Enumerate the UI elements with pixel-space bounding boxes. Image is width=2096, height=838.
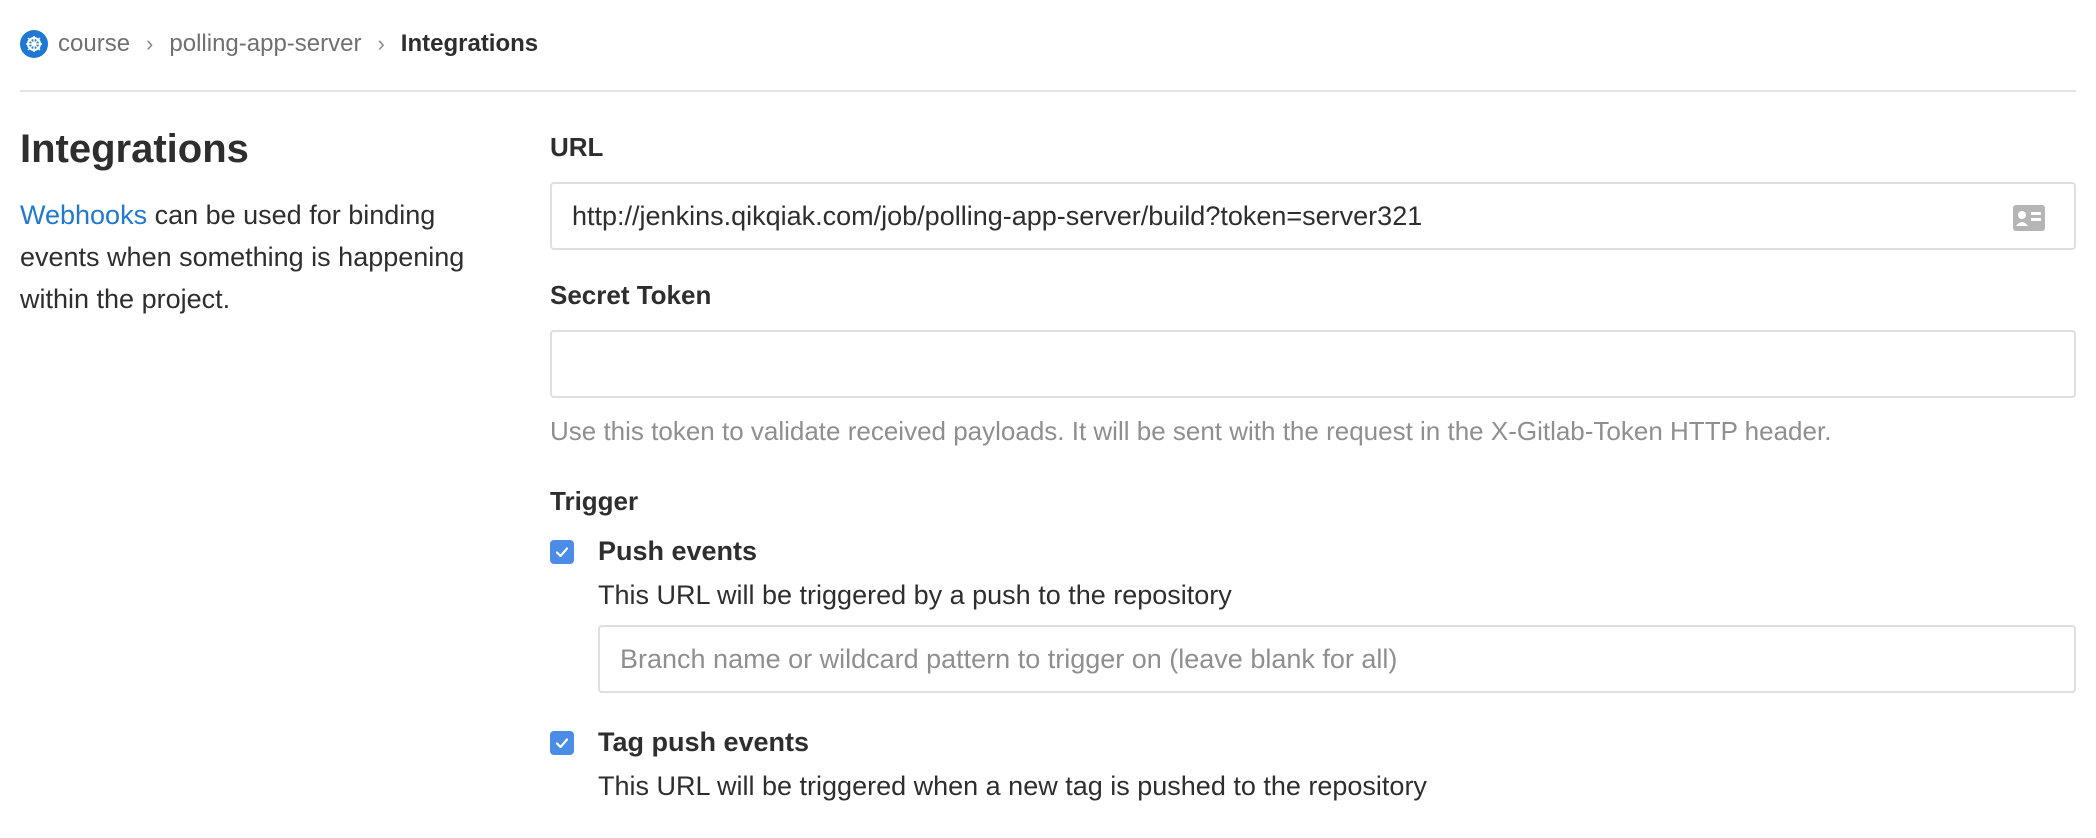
kubernetes-wheel-icon <box>26 36 42 52</box>
checkmark-icon <box>555 546 569 557</box>
secret-token-input[interactable] <box>550 330 2076 398</box>
push-events-row: Push events <box>550 536 2076 567</box>
integrations-description: Webhooks can be used for binding events … <box>20 194 490 320</box>
tag-push-events-description: This URL will be triggered when a new ta… <box>598 771 1427 801</box>
push-events-description: This URL will be triggered by a push to … <box>598 580 1232 610</box>
chevron-right-icon: › <box>146 31 154 56</box>
breadcrumb-current: Integrations <box>400 30 539 57</box>
branch-filter-input[interactable]: Branch name or wildcard pattern to trigg… <box>598 625 2076 693</box>
breadcrumb: course › polling-app-server › Integratio… <box>20 24 538 64</box>
push-events-checkbox[interactable] <box>550 539 574 564</box>
contact-card-icon[interactable] <box>2012 204 2046 232</box>
trigger-label: Trigger <box>550 486 639 516</box>
url-label: URL <box>550 132 604 162</box>
tag-push-events-checkbox[interactable] <box>550 730 574 755</box>
branch-filter-placeholder: Branch name or wildcard pattern to trigg… <box>620 643 1398 674</box>
page-title: Integrations <box>20 127 249 171</box>
breadcrumb-course[interactable]: course <box>58 30 130 58</box>
webhooks-link[interactable]: Webhooks <box>20 200 147 230</box>
tag-push-events-title[interactable]: Tag push events <box>598 727 809 758</box>
breadcrumb-polling-app-server[interactable]: polling-app-server <box>169 30 361 58</box>
project-avatar[interactable] <box>20 30 48 58</box>
secret-token-help: Use this token to validate received payl… <box>550 416 1832 446</box>
webhook-form: URL http://jenkins.qikqiak.com/job/polli… <box>550 128 2076 806</box>
header-divider <box>20 90 2076 92</box>
checkmark-icon <box>555 737 569 748</box>
chevron-right-icon: › <box>377 31 385 56</box>
secret-token-label: Secret Token <box>550 280 712 310</box>
url-input[interactable]: http://jenkins.qikqiak.com/job/polling-a… <box>550 182 2076 250</box>
push-events-title[interactable]: Push events <box>598 536 757 567</box>
url-value: http://jenkins.qikqiak.com/job/polling-a… <box>572 200 1423 231</box>
settings-sidebar: Integrations Webhooks can be used for bi… <box>20 124 490 320</box>
tag-push-events-row: Tag push events <box>550 727 2076 758</box>
